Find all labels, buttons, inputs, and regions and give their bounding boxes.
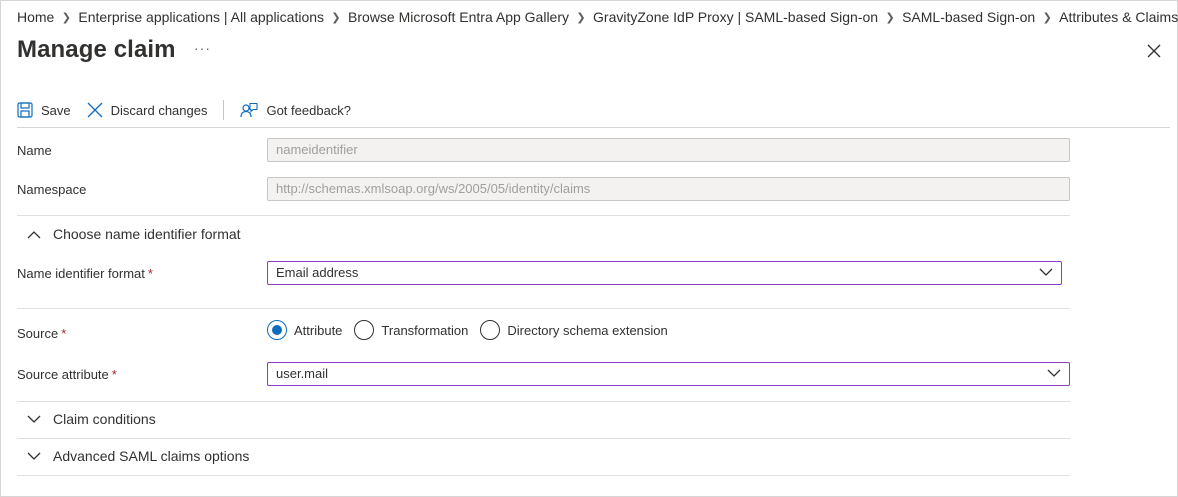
command-bar: Save Discard changes Got feedback? xyxy=(17,98,367,122)
nameid-format-value: Email address xyxy=(276,265,359,280)
section-divider xyxy=(17,308,1070,309)
required-mark: * xyxy=(111,367,117,382)
chevron-right-icon: ❯ xyxy=(885,11,895,24)
name-field: nameidentifier xyxy=(267,138,1070,162)
breadcrumb-enterprise-applications[interactable]: Enterprise applications | All applicatio… xyxy=(78,9,324,25)
chevron-down-icon xyxy=(27,452,41,460)
blade-frame xyxy=(0,0,1178,497)
close-icon[interactable] xyxy=(1145,42,1163,60)
breadcrumb-home[interactable]: Home xyxy=(17,9,54,25)
toolbar-divider xyxy=(223,100,225,120)
advanced-saml-options-label: Advanced SAML claims options xyxy=(53,448,250,464)
claim-conditions-toggle[interactable]: Claim conditions xyxy=(27,411,156,427)
section-divider xyxy=(17,401,1070,402)
discard-changes-button[interactable]: Discard changes xyxy=(87,102,208,118)
source-radio-directory-schema-extension[interactable]: Directory schema extension xyxy=(480,320,668,340)
chevron-right-icon: ❯ xyxy=(1042,11,1052,24)
required-mark: * xyxy=(147,266,153,281)
breadcrumb-saml-sign-on[interactable]: SAML-based Sign-on xyxy=(902,9,1035,25)
claim-conditions-label: Claim conditions xyxy=(53,411,156,427)
nameid-format-label: Name identifier format * xyxy=(17,266,153,281)
source-attribute-dropdown[interactable]: user.mail xyxy=(267,362,1070,386)
feedback-icon xyxy=(240,102,259,117)
chevron-down-icon xyxy=(1039,268,1053,276)
chevron-right-icon: ❯ xyxy=(576,11,586,24)
nameid-format-section-toggle[interactable]: Choose name identifier format xyxy=(27,226,241,242)
radio-unchecked-icon xyxy=(354,320,375,340)
chevron-up-icon xyxy=(27,230,41,238)
namespace-label: Namespace xyxy=(17,182,87,197)
more-options-icon[interactable]: ··· xyxy=(194,40,211,56)
radio-unchecked-icon xyxy=(480,320,501,340)
source-attribute-label: Source attribute * xyxy=(17,367,117,382)
source-radio-group: Attribute Transformation Directory schem… xyxy=(267,320,680,340)
source-label: Source * xyxy=(17,326,67,341)
page-title: Manage claim xyxy=(17,36,176,63)
chevron-right-icon: ❯ xyxy=(331,11,341,24)
discard-icon xyxy=(87,102,103,118)
chevron-down-icon xyxy=(1047,369,1061,377)
source-radio-attribute[interactable]: Attribute xyxy=(267,320,342,340)
save-label: Save xyxy=(41,102,71,118)
source-radio-attribute-label: Attribute xyxy=(294,322,343,338)
section-divider xyxy=(17,475,1070,476)
feedback-label: Got feedback? xyxy=(266,102,352,118)
save-button[interactable]: Save xyxy=(17,102,71,118)
toolbar-divider-line xyxy=(17,127,1170,128)
discard-label: Discard changes xyxy=(110,102,208,118)
chevron-down-icon xyxy=(27,415,41,423)
nameid-format-section-label: Choose name identifier format xyxy=(53,226,241,242)
feedback-button[interactable]: Got feedback? xyxy=(240,102,351,119)
breadcrumb-attributes-claims[interactable]: Attributes & Claims xyxy=(1059,9,1178,25)
source-radio-directory-schema-extension-label: Directory schema extension xyxy=(507,322,668,338)
advanced-saml-options-toggle[interactable]: Advanced SAML claims options xyxy=(27,448,249,464)
source-radio-transformation-label: Transformation xyxy=(381,322,469,338)
nameid-format-dropdown[interactable]: Email address xyxy=(267,261,1062,285)
save-icon xyxy=(17,102,33,118)
chevron-right-icon: ❯ xyxy=(61,11,71,24)
source-radio-transformation[interactable]: Transformation xyxy=(354,320,468,340)
section-divider xyxy=(17,438,1070,439)
source-attribute-value: user.mail xyxy=(276,366,329,381)
namespace-field: http://schemas.xmlsoap.org/ws/2005/05/id… xyxy=(267,177,1070,201)
section-divider xyxy=(17,215,1070,216)
radio-checked-icon xyxy=(267,320,287,340)
name-label: Name xyxy=(17,143,52,158)
required-mark: * xyxy=(61,326,67,341)
breadcrumb: Home ❯ Enterprise applications | All app… xyxy=(17,9,1178,25)
breadcrumb-gravityzone-saml[interactable]: GravityZone IdP Proxy | SAML-based Sign-… xyxy=(593,9,878,25)
breadcrumb-app-gallery[interactable]: Browse Microsoft Entra App Gallery xyxy=(348,9,569,25)
